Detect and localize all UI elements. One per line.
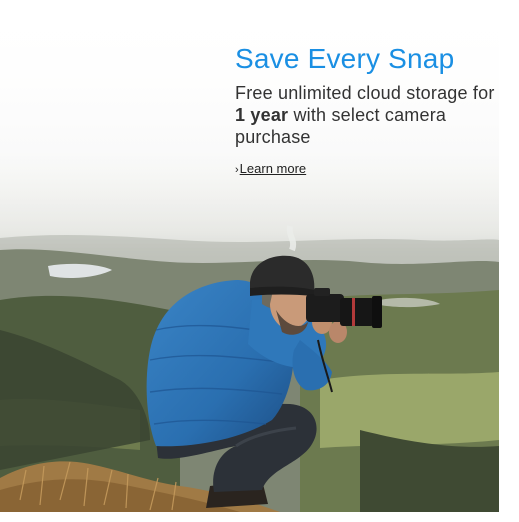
promo-subline: Free unlimited cloud storage for 1 year … bbox=[235, 82, 495, 148]
learn-more-link[interactable]: ›Learn more bbox=[235, 161, 306, 178]
subline-bold-duration: 1 year bbox=[235, 105, 289, 125]
learn-more-label: Learn more bbox=[239, 161, 307, 176]
chevron-right-icon: › bbox=[235, 164, 239, 176]
promo-headline: Save Every Snap bbox=[235, 43, 455, 74]
promo-copy: Save Every Snap Free unlimited cloud sto… bbox=[235, 42, 495, 178]
subline-text-1: Free unlimited cloud storage for bbox=[235, 83, 495, 103]
promo-banner[interactable]: Save Every Snap Free unlimited cloud sto… bbox=[0, 0, 499, 512]
